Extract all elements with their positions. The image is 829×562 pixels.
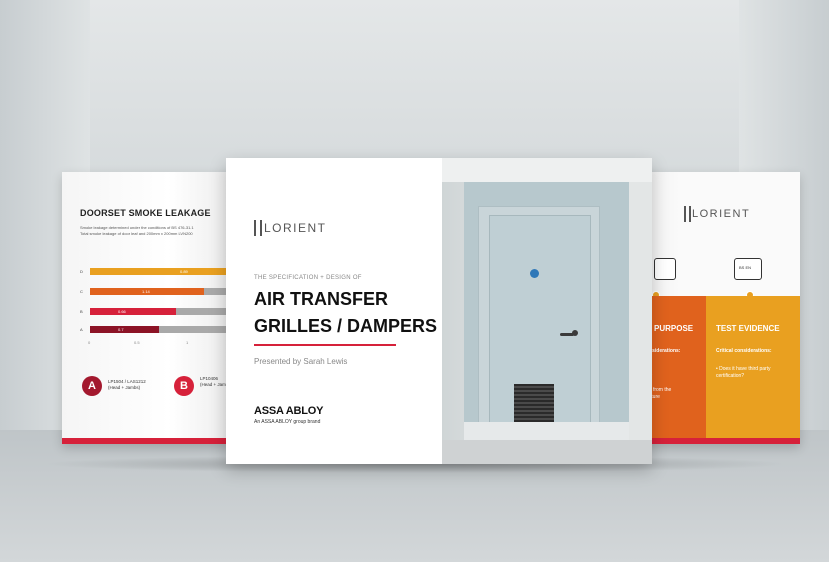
bar-value: 0.7 — [118, 327, 124, 332]
column-text: • Does it have third party certification… — [716, 366, 771, 380]
title-line: GRILLES / DAMPERS — [254, 316, 438, 336]
circle-caption: LP10406 (Head + Jam — [200, 376, 226, 388]
lorient-logo-text: LORIENT — [264, 221, 327, 235]
lorient-logo-icon — [254, 220, 262, 236]
kicker-text: THE SPECIFICATION + DESIGN OF — [254, 275, 362, 281]
title-line: AIR TRANSFER — [254, 289, 388, 309]
description-line: Total smoke leakage of door leaf and 200… — [80, 231, 193, 236]
test-evidence-column: TEST EVIDENCE Critical considerations: •… — [706, 296, 800, 444]
door-photo — [442, 158, 652, 464]
axis-tick: 0 — [88, 340, 91, 345]
bar-row-d: D 0.89 — [80, 268, 240, 277]
door-sign-icon — [530, 269, 539, 278]
red-footer-strip — [62, 438, 240, 444]
lorient-logo-icon — [684, 206, 691, 222]
smoke-leakage-slide: DOORSET SMOKE LEAKAGE Smoke leakage dete… — [62, 172, 240, 444]
bar-label: D — [80, 269, 83, 274]
title-panel: LORIENT THE SPECIFICATION + DESIGN OF AI… — [226, 158, 442, 464]
air-transfer-grille — [514, 384, 554, 422]
lorient-logo-text: LORIENT — [692, 208, 751, 220]
bar-value: 0.89 — [180, 269, 188, 274]
icon-label: BS EN — [739, 265, 752, 270]
bar-label: B — [80, 309, 83, 314]
bar-fill — [90, 268, 228, 275]
room-floor — [442, 440, 652, 464]
red-rule — [254, 344, 396, 346]
axis-tick: 1 — [186, 340, 189, 345]
text-line: • Does it have third party — [716, 366, 771, 372]
bar-track: 1.14 — [90, 288, 240, 295]
column-subheading: Critical considerations: — [716, 348, 772, 354]
bar-row-a: A 0.7 — [80, 326, 240, 335]
room-ceiling — [442, 158, 652, 182]
purpose-column: R PURPOSE onsiderations: e lity ty on fr… — [644, 296, 706, 444]
circle-caption: LP1504 / LAS1212 (Head + Jambs) — [108, 379, 146, 391]
presentation-mockup-scene: DOORSET SMOKE LEAKAGE Smoke leakage dete… — [0, 0, 829, 562]
bar-track: 0.66 — [90, 308, 240, 315]
slide-title: DOORSET SMOKE LEAKAGE — [80, 208, 211, 218]
bar-value: 0.66 — [118, 309, 126, 314]
skirting — [464, 422, 629, 440]
circle-badge-a: A — [82, 376, 102, 396]
bar-fill — [90, 308, 176, 315]
axis-tick: 0.5 — [134, 340, 140, 345]
bar-row-c: C 1.14 — [80, 288, 240, 297]
caption-line: (Head + Jambs) — [108, 385, 141, 390]
caption-line: (Head + Jam — [200, 382, 226, 387]
bar-track: 0.89 — [90, 268, 240, 275]
building-icon — [654, 258, 676, 280]
presenter-text: Presented by Sarah Lewis — [254, 357, 348, 366]
bar-value: 1.14 — [142, 289, 150, 294]
certificate-icon: BS EN — [734, 258, 762, 280]
column-heading: R PURPOSE — [646, 324, 694, 333]
text-line: certification? — [716, 373, 745, 379]
circle-badge-b: B — [174, 376, 194, 396]
bar-row-b: B 0.66 — [80, 308, 240, 317]
assa-abloy-logo: ASSA ABLOY — [254, 405, 324, 417]
slide-description: Smoke leakage determined under the condi… — [80, 225, 240, 237]
bar-track: 0.7 — [90, 326, 240, 333]
door-rose-icon — [572, 330, 578, 336]
bar-fill — [90, 326, 159, 333]
brand-subtitle: An ASSA ABLOY group brand — [254, 419, 321, 425]
column-heading: TEST EVIDENCE — [716, 324, 780, 333]
bar-label: C — [80, 289, 83, 294]
title-slide: LORIENT THE SPECIFICATION + DESIGN OF AI… — [226, 158, 652, 464]
bar-label: A — [80, 327, 83, 332]
